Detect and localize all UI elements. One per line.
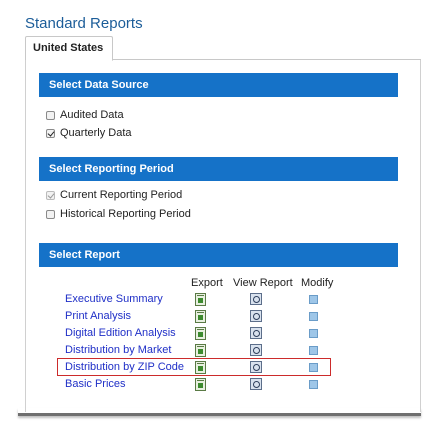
report-link-print-analysis[interactable]: Print Analysis <box>65 310 131 322</box>
view-report-icon[interactable] <box>250 327 262 339</box>
historical-period-label: Historical Reporting Period <box>60 208 191 220</box>
modify-icon[interactable] <box>309 380 318 389</box>
view-report-icon[interactable] <box>250 310 262 322</box>
data-source-header: Select Data Source <box>39 73 398 97</box>
quarterly-data-label: Quarterly Data <box>60 127 132 139</box>
historical-period-option[interactable]: Historical Reporting Period <box>46 207 191 221</box>
historical-period-checkbox[interactable] <box>46 209 55 219</box>
reporting-period-header: Select Reporting Period <box>39 157 398 181</box>
view-report-icon[interactable] <box>250 293 262 305</box>
spreadsheet-export-icon[interactable] <box>195 293 206 306</box>
modify-icon[interactable] <box>309 329 318 338</box>
spreadsheet-export-icon[interactable] <box>195 344 206 357</box>
panel-bottom-edge <box>18 408 421 416</box>
report-link-distribution-by-market[interactable]: Distribution by Market <box>65 344 171 356</box>
modify-icon[interactable] <box>309 312 318 321</box>
quarterly-data-option[interactable]: Quarterly Data <box>46 126 132 140</box>
report-link-executive-summary[interactable]: Executive Summary <box>65 293 163 305</box>
report-row: Print Analysis <box>0 309 436 325</box>
modify-icon[interactable] <box>309 346 318 355</box>
report-row: Executive Summary <box>0 292 436 308</box>
modify-column-header: Modify <box>301 277 334 289</box>
audited-data-option[interactable]: Audited Data <box>46 108 124 122</box>
audited-data-label: Audited Data <box>60 109 124 121</box>
modify-icon[interactable] <box>309 295 318 304</box>
spreadsheet-export-icon[interactable] <box>195 378 206 391</box>
current-period-option: Current Reporting Period <box>46 188 182 202</box>
quarterly-data-checkbox[interactable] <box>46 128 55 138</box>
tab-united-states[interactable]: United States <box>25 36 113 61</box>
report-row: Basic Prices <box>0 377 436 393</box>
export-column-header: Export <box>191 277 223 289</box>
spreadsheet-export-icon[interactable] <box>195 327 206 340</box>
highlight-box <box>57 358 331 376</box>
report-row: Distribution by Market <box>0 343 436 359</box>
report-header: Select Report <box>39 243 398 267</box>
current-period-label: Current Reporting Period <box>60 189 183 201</box>
view-report-icon[interactable] <box>250 378 262 390</box>
report-row: Digital Edition Analysis <box>0 326 436 342</box>
report-link-basic-prices[interactable]: Basic Prices <box>65 378 126 390</box>
page-title: Standard Reports <box>25 15 143 32</box>
view-report-icon[interactable] <box>250 344 262 356</box>
spreadsheet-export-icon[interactable] <box>195 310 206 323</box>
audited-data-checkbox[interactable] <box>46 110 55 120</box>
view-report-column-header: View Report <box>233 277 293 289</box>
current-period-checkbox <box>46 190 55 200</box>
report-link-digital-edition-analysis[interactable]: Digital Edition Analysis <box>65 327 176 339</box>
tab-strip: United States <box>25 36 421 61</box>
